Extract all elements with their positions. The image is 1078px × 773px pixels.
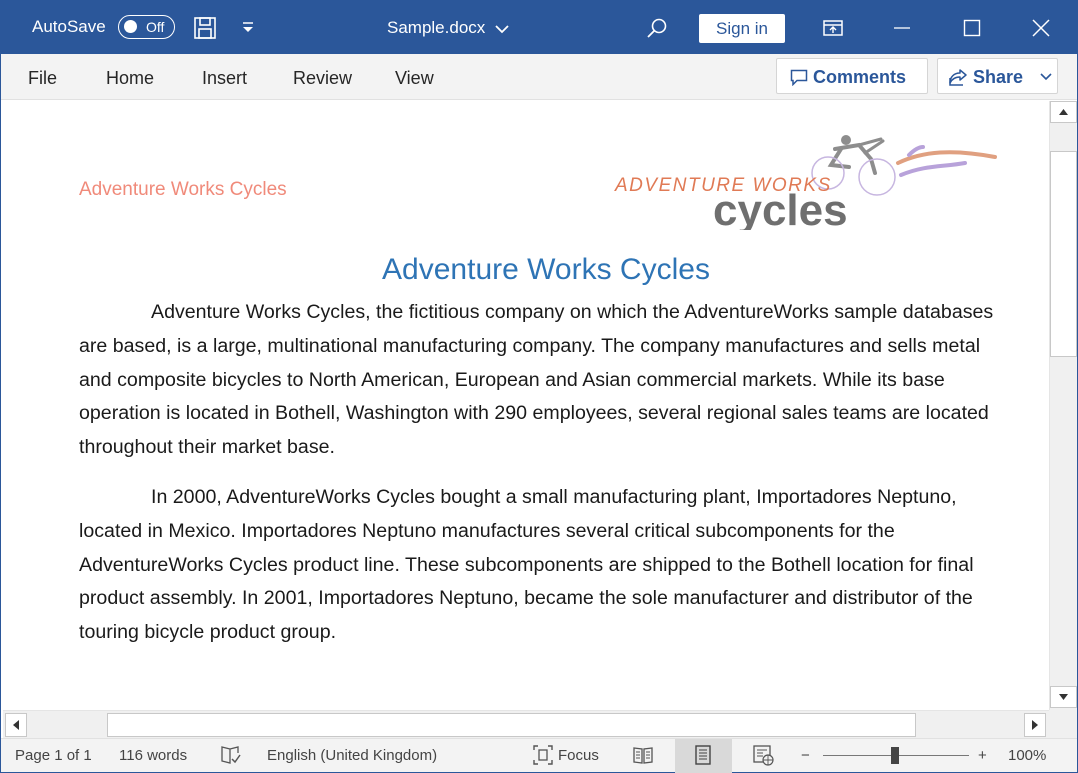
sign-in-button[interactable]: Sign in	[699, 14, 785, 43]
title-bar: AutoSave Off Sample.docx Sign in	[1, 1, 1077, 54]
tab-insert[interactable]: Insert	[202, 68, 247, 89]
horizontal-scroll-thumb[interactable]	[107, 713, 916, 737]
logo-line2: cycles	[713, 186, 848, 230]
print-layout-icon[interactable]	[692, 744, 714, 766]
horizontal-scrollbar[interactable]	[3, 710, 1049, 738]
share-label: Share	[973, 67, 1024, 87]
close-icon[interactable]	[1031, 18, 1051, 38]
vertical-scrollbar[interactable]	[1049, 101, 1077, 710]
read-mode-icon[interactable]	[632, 744, 654, 766]
adventure-works-logo: ADVENTURE WORKS cycles	[614, 135, 997, 230]
tab-file[interactable]: File	[28, 68, 57, 89]
language[interactable]: English (United Kingdom)	[267, 747, 437, 764]
paragraph-1: Adventure Works Cycles, the fictitious c…	[79, 301, 994, 459]
share-button[interactable]: Share	[937, 58, 1058, 94]
chevron-down-icon[interactable]	[1040, 73, 1052, 81]
zoom-out-button[interactable]: −	[801, 747, 810, 764]
focus-label[interactable]: Focus	[558, 747, 599, 764]
document-title[interactable]: Sample.docx	[387, 18, 485, 38]
autosave-state: Off	[146, 19, 165, 35]
web-layout-icon[interactable]	[752, 744, 774, 766]
chevron-down-icon[interactable]	[495, 24, 509, 34]
focus-icon[interactable]	[532, 744, 554, 766]
status-bar: Page 1 of 1 116 words English (United Ki…	[1, 738, 1077, 773]
tab-view[interactable]: View	[395, 68, 434, 89]
zoom-slider-thumb[interactable]	[891, 747, 899, 764]
scrollbar-corner	[1049, 710, 1077, 738]
arrow-right-icon	[1032, 720, 1038, 730]
maximize-icon[interactable]	[962, 18, 982, 38]
toggle-knob	[124, 20, 137, 33]
vertical-scroll-thumb[interactable]	[1050, 151, 1077, 357]
scroll-right-button[interactable]	[1024, 713, 1046, 737]
minimize-icon[interactable]	[892, 18, 912, 38]
scroll-down-button[interactable]	[1050, 686, 1077, 708]
proofing-icon[interactable]	[220, 744, 242, 766]
ribbon-display-options-icon[interactable]	[823, 18, 843, 38]
tab-review[interactable]: Review	[293, 68, 352, 89]
word-count[interactable]: 116 words	[119, 747, 187, 764]
arrow-left-icon	[13, 720, 19, 730]
paragraph-2: In 2000, AdventureWorks Cycles bought a …	[79, 486, 974, 644]
header-text: Adventure Works Cycles	[79, 179, 287, 200]
search-icon[interactable]	[646, 17, 668, 39]
share-icon	[949, 69, 967, 86]
menu-bar: File Home Insert Review View Comments Sh…	[1, 54, 1077, 100]
page-count[interactable]: Page 1 of 1	[15, 747, 92, 764]
autosave-label: AutoSave	[32, 17, 106, 36]
comment-icon	[790, 69, 808, 86]
comments-label: Comments	[813, 67, 907, 87]
zoom-in-button[interactable]: +	[978, 747, 987, 764]
comments-button[interactable]: Comments	[776, 58, 928, 94]
autosave-toggle[interactable]: Off	[118, 15, 175, 39]
arrow-up-icon	[1059, 109, 1068, 115]
arrow-down-icon	[1059, 694, 1068, 700]
scroll-up-button[interactable]	[1050, 101, 1077, 123]
scroll-left-button[interactable]	[5, 713, 27, 737]
save-icon[interactable]	[193, 16, 217, 40]
document-title-heading: Adventure Works Cycles	[382, 253, 710, 286]
document-page[interactable]: Adventure Works Cycles ADVENTURE WORKS c…	[3, 101, 1049, 710]
customize-quick-access-icon[interactable]	[241, 21, 255, 35]
zoom-level[interactable]: 100%	[1008, 747, 1046, 764]
tab-home[interactable]: Home	[106, 68, 154, 89]
word-window: AutoSave Off Sample.docx Sign in File Ho…	[0, 0, 1078, 773]
